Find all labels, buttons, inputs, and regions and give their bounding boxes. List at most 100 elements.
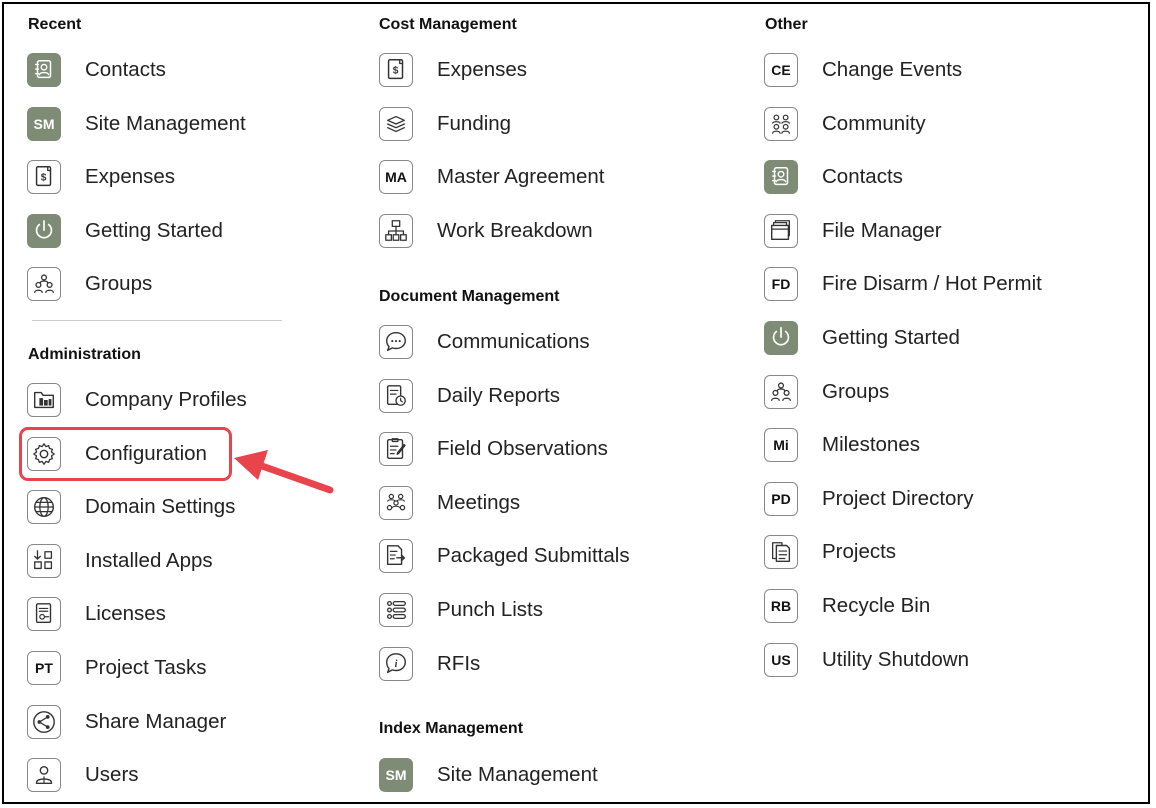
- menu-item-site-management[interactable]: SM Site Management: [379, 757, 598, 793]
- projects-icon: [764, 535, 798, 569]
- menu-item-label: Recycle Bin: [822, 594, 931, 617]
- menu-item-label: Projects: [822, 540, 897, 563]
- section-heading-index-management: Index Management: [379, 720, 524, 737]
- menu-item-daily-reports[interactable]: Daily Reports: [379, 378, 560, 414]
- contacts-icon: [27, 53, 61, 87]
- menu-item-label: Site Management: [85, 112, 246, 135]
- pt-icon: PT: [27, 651, 61, 685]
- menu-item-field-observations[interactable]: Field Observations: [379, 431, 608, 467]
- menu-item-label: Users: [85, 763, 139, 786]
- expenses-icon: $: [27, 160, 61, 194]
- share-icon: [27, 705, 61, 739]
- menu-item-label: Daily Reports: [437, 384, 561, 407]
- menu-item-punch-lists[interactable]: Punch Lists: [379, 592, 543, 628]
- apps-icon: [27, 544, 61, 578]
- menu-item-licenses[interactable]: Licenses: [27, 596, 166, 632]
- menu-item-contacts[interactable]: Contacts: [27, 52, 166, 88]
- menu-item-packaged-submittals[interactable]: Packaged Submittals: [379, 538, 630, 574]
- menu-item-getting-started[interactable]: Getting Started: [764, 320, 960, 356]
- menu-item-change-events[interactable]: CE Change Events: [764, 52, 962, 88]
- menu-item-label: Expenses: [85, 165, 176, 188]
- menu-item-share-manager[interactable]: Share Manager: [27, 704, 226, 740]
- menu-item-configuration[interactable]: Configuration: [27, 436, 207, 472]
- menu-item-site-management[interactable]: SM Site Management: [27, 106, 246, 142]
- menu-item-expenses[interactable]: $ Expenses: [27, 159, 175, 195]
- menu-item-label: Punch Lists: [437, 598, 543, 621]
- menu-item-community[interactable]: Community: [764, 106, 926, 142]
- ce-icon: CE: [764, 53, 798, 87]
- groups-icon: [27, 267, 61, 301]
- menu-item-funding[interactable]: Funding: [379, 106, 511, 142]
- menu-item-label: Contacts: [822, 165, 903, 188]
- menu-item-project-directory[interactable]: PD Project Directory: [764, 481, 974, 517]
- menu-item-label: RFIs: [437, 652, 481, 675]
- menu-item-label: Fire Disarm / Hot Permit: [822, 272, 1042, 295]
- list-icon: [379, 593, 413, 627]
- menu-item-label: Installed Apps: [85, 549, 213, 572]
- menu-item-label: File Manager: [822, 219, 942, 242]
- menu-item-label: Getting Started: [85, 219, 223, 242]
- menu-item-meetings[interactable]: Meetings: [379, 485, 520, 521]
- groups-icon: [764, 375, 798, 409]
- menu-item-label: Field Observations: [437, 437, 608, 460]
- menu-item-company-profiles[interactable]: Company Profiles: [27, 382, 247, 418]
- menu-item-users[interactable]: Users: [27, 757, 139, 793]
- menu-item-label: Contacts: [85, 58, 166, 81]
- svg-text:$: $: [393, 66, 399, 77]
- menu-item-label: Domain Settings: [85, 495, 236, 518]
- menu-item-label: Communications: [437, 330, 590, 353]
- menu-item-label: Work Breakdown: [437, 219, 593, 242]
- hierarchy-icon: [379, 214, 413, 248]
- folder-icon: [764, 214, 798, 248]
- menu-item-domain-settings[interactable]: Domain Settings: [27, 489, 235, 525]
- clipboard-icon: [379, 432, 413, 466]
- user-icon: [27, 758, 61, 792]
- sm-icon: SM: [379, 758, 413, 792]
- menu-item-fire-disarm-hot-permit[interactable]: FD Fire Disarm / Hot Permit: [764, 266, 1042, 302]
- menu-item-label: Milestones: [822, 433, 920, 456]
- menu-item-expenses[interactable]: $ Expenses: [379, 52, 527, 88]
- menu-item-installed-apps[interactable]: Installed Apps: [27, 543, 213, 579]
- submittal-icon: [379, 539, 413, 573]
- menu-item-label: Packaged Submittals: [437, 544, 630, 567]
- menu-item-work-breakdown[interactable]: Work Breakdown: [379, 213, 593, 249]
- menu-item-label: Community: [822, 112, 926, 135]
- menu-item-label: Site Management: [437, 763, 598, 786]
- ma-icon: MA: [379, 160, 413, 194]
- gear-icon: [27, 437, 61, 471]
- section-heading-document-management: Document Management: [379, 288, 560, 305]
- rb-icon: RB: [764, 589, 798, 623]
- menu-item-label: Groups: [85, 272, 153, 295]
- menu-item-milestones[interactable]: Mi Milestones: [764, 427, 920, 463]
- menu-item-label: Project Directory: [822, 487, 974, 510]
- chat-icon: [379, 325, 413, 359]
- svg-text:i: i: [395, 659, 398, 670]
- expenses-icon: $: [379, 53, 413, 87]
- menu-item-groups[interactable]: Groups: [764, 374, 889, 410]
- power-icon: [764, 321, 798, 355]
- pd-icon: PD: [764, 482, 798, 516]
- contacts-icon: [764, 160, 798, 194]
- globe-icon: [27, 490, 61, 524]
- menu-item-master-agreement[interactable]: MA Master Agreement: [379, 159, 605, 195]
- license-icon: [27, 597, 61, 631]
- menu-item-contacts[interactable]: Contacts: [764, 159, 903, 195]
- menu-item-communications[interactable]: Communications: [379, 324, 590, 360]
- meeting-icon: [379, 486, 413, 520]
- us-icon: US: [764, 643, 798, 677]
- menu-item-file-manager[interactable]: File Manager: [764, 213, 942, 249]
- menu-item-label: Groups: [822, 380, 890, 403]
- menu-item-rfis[interactable]: i RFIs: [379, 646, 480, 682]
- funding-icon: [379, 107, 413, 141]
- menu-item-recycle-bin[interactable]: RB Recycle Bin: [764, 588, 930, 624]
- sm-icon: SM: [27, 107, 61, 141]
- menu-item-getting-started[interactable]: Getting Started: [27, 213, 223, 249]
- menu-item-label: Meetings: [437, 491, 521, 514]
- menu-item-project-tasks[interactable]: PT Project Tasks: [27, 650, 207, 686]
- menu-item-label: Expenses: [437, 58, 528, 81]
- menu-item-projects[interactable]: Projects: [764, 534, 896, 570]
- menu-item-groups[interactable]: Groups: [27, 266, 152, 302]
- menu-item-utility-shutdown[interactable]: US Utility Shutdown: [764, 642, 969, 678]
- building-icon: [27, 383, 61, 417]
- menu-item-label: Utility Shutdown: [822, 648, 969, 671]
